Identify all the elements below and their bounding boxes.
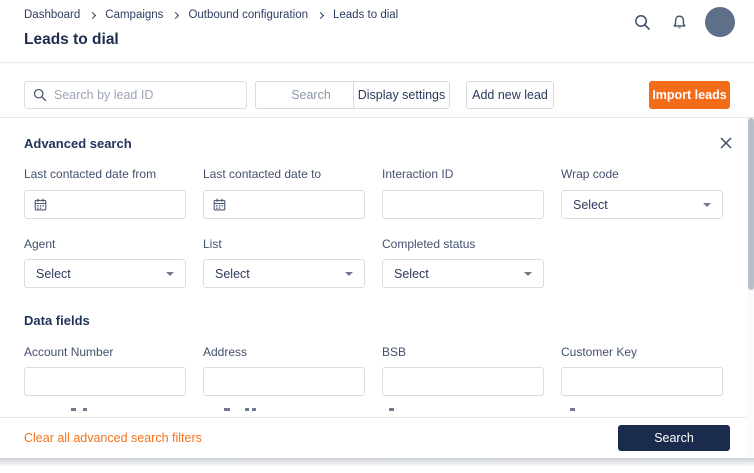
- add-new-lead-button[interactable]: Add new lead: [466, 81, 554, 109]
- chevron-right-icon: [89, 11, 96, 18]
- user-avatar[interactable]: [705, 7, 735, 37]
- clipped-label-remnant: [389, 408, 394, 411]
- breadcrumb-item-leads-to-dial: Leads to dial: [333, 9, 398, 21]
- clipped-label-remnant: [83, 408, 87, 411]
- clear-filters-link[interactable]: Clear all advanced search filters: [24, 431, 202, 445]
- panel-bottom-shadow: [0, 458, 754, 467]
- lead-search-input[interactable]: [54, 88, 238, 102]
- account-number-input[interactable]: [24, 367, 186, 396]
- calendar-icon: [34, 198, 47, 211]
- header-divider: [0, 62, 754, 63]
- advanced-search-footer: Clear all advanced search filters Search: [0, 417, 754, 458]
- advanced-search-submit-button[interactable]: Search: [618, 425, 730, 451]
- header-actions: [631, 7, 735, 37]
- bell-icon: [671, 14, 688, 31]
- completed-status-value: Select: [394, 267, 524, 281]
- breadcrumb-item-dashboard[interactable]: Dashboard: [24, 9, 80, 21]
- clipped-label-remnant: [71, 408, 76, 411]
- caret-down-icon: [703, 203, 711, 207]
- close-icon: [719, 136, 733, 150]
- clipped-label-remnant: [224, 408, 230, 411]
- label-interaction-id: Interaction ID: [382, 167, 544, 181]
- label-completed-status: Completed status: [382, 237, 544, 251]
- label-address: Address: [203, 345, 365, 359]
- panel-scrollbar-thumb[interactable]: [748, 118, 754, 290]
- caret-down-icon: [345, 272, 353, 276]
- breadcrumb-item-campaigns[interactable]: Campaigns: [105, 9, 163, 21]
- last-contacted-date-from-input[interactable]: [24, 190, 186, 219]
- list-value: Select: [215, 267, 345, 281]
- display-settings-button[interactable]: Display settings: [353, 81, 450, 109]
- caret-down-icon: [166, 272, 174, 276]
- toolbar: Search Display settings Add new lead Imp…: [24, 81, 730, 109]
- label-account-number: Account Number: [24, 345, 186, 359]
- breadcrumb: Dashboard Campaigns Outbound configurati…: [24, 9, 398, 21]
- clipped-label-remnant: [245, 408, 249, 411]
- data-fields-title: Data fields: [24, 313, 90, 328]
- magnifier-icon: [634, 14, 651, 31]
- customer-key-input[interactable]: [561, 367, 723, 396]
- caret-down-icon: [524, 272, 532, 276]
- clipped-label-remnant: [570, 408, 575, 411]
- last-contacted-date-to-input[interactable]: [203, 190, 365, 219]
- label-last-contacted-date-to: Last contacted date to: [203, 167, 365, 181]
- agent-select[interactable]: Select: [24, 259, 186, 288]
- chevron-right-icon: [172, 11, 179, 18]
- search-icon: [33, 88, 47, 102]
- wrap-code-select[interactable]: Select: [561, 190, 723, 219]
- page-title: Leads to dial: [24, 31, 119, 49]
- global-search-button[interactable]: [631, 7, 653, 37]
- wrap-code-value: Select: [573, 198, 703, 212]
- completed-status-select[interactable]: Select: [382, 259, 544, 288]
- chevron-right-icon: [317, 11, 324, 18]
- label-last-contacted-date-from: Last contacted date from: [24, 167, 186, 181]
- interaction-id-input[interactable]: [382, 190, 544, 219]
- address-input[interactable]: [203, 367, 365, 396]
- panel-scrollbar-track[interactable]: [747, 118, 754, 457]
- address-value[interactable]: [213, 375, 355, 389]
- list-select[interactable]: Select: [203, 259, 365, 288]
- account-number-value[interactable]: [34, 375, 176, 389]
- label-customer-key: Customer Key: [561, 345, 723, 359]
- customer-key-value[interactable]: [571, 375, 713, 389]
- label-bsb: BSB: [382, 345, 544, 359]
- notifications-button[interactable]: [668, 7, 690, 37]
- label-wrap-code: Wrap code: [561, 167, 723, 181]
- calendar-icon: [213, 198, 226, 211]
- interaction-id-value[interactable]: [392, 198, 534, 212]
- clipped-label-remnant: [252, 408, 256, 411]
- bsb-value[interactable]: [392, 375, 534, 389]
- breadcrumb-item-outbound-configuration[interactable]: Outbound configuration: [188, 9, 308, 21]
- import-leads-button[interactable]: Import leads: [649, 81, 730, 109]
- agent-value: Select: [36, 267, 166, 281]
- advanced-search-panel: Advanced search Last contacted date from…: [0, 117, 754, 457]
- close-advanced-search-button[interactable]: [717, 134, 735, 152]
- label-list: List: [203, 237, 365, 251]
- bsb-input[interactable]: [382, 367, 544, 396]
- advanced-search-title: Advanced search: [24, 136, 132, 151]
- date-from-value[interactable]: [54, 198, 176, 212]
- date-to-value[interactable]: [233, 198, 355, 212]
- label-agent: Agent: [24, 237, 186, 251]
- leads-to-dial-page: Dashboard Campaigns Outbound configurati…: [0, 0, 754, 473]
- lead-search-field[interactable]: [24, 81, 247, 109]
- lead-search-submit-button[interactable]: Search: [255, 81, 367, 109]
